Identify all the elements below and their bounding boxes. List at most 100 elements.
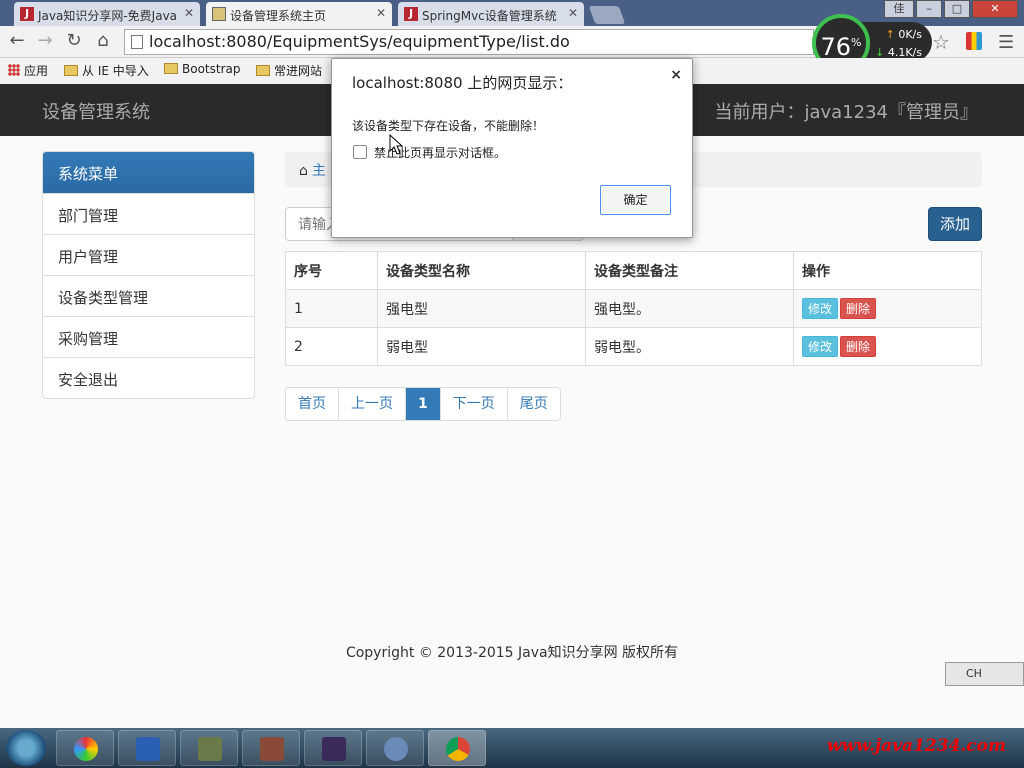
- browser-tab-equipment-home[interactable]: 设备管理系统主页 ✕: [206, 2, 392, 26]
- sidebar-item-department[interactable]: 部门管理: [43, 193, 254, 234]
- sidebar: 系统菜单 部门管理 用户管理 设备类型管理 采购管理 安全退出: [42, 151, 255, 399]
- cell-name: 弱电型: [377, 327, 586, 366]
- equipment-type-table: 序号 设备类型名称 设备类型备注 操作 1 强电型 强电型。 修改 删除 2 弱电…: [285, 251, 982, 366]
- back-icon[interactable]: ←: [6, 30, 28, 52]
- pinwheel-icon: [74, 737, 98, 761]
- sidebar-item-logout[interactable]: 安全退出: [43, 357, 254, 398]
- cell-remark: 弱电型。: [585, 327, 794, 366]
- table-header-row: 序号 设备类型名称 设备类型备注 操作: [285, 251, 982, 290]
- close-tab-icon[interactable]: ✕: [568, 6, 578, 20]
- home-icon[interactable]: ⌂: [92, 30, 114, 52]
- folder-icon: [64, 65, 78, 76]
- windows-start-icon[interactable]: [6, 730, 46, 766]
- ime-label: CH: [966, 667, 982, 680]
- folder-icon: [256, 65, 270, 76]
- tool-icon: [260, 737, 284, 761]
- dialog-message: 该设备类型下存在设备，不能删除！: [352, 119, 545, 133]
- ime-language-bar[interactable]: CH: [945, 662, 1024, 686]
- footer-copyright: Copyright © 2013-2015 Java知识分享网 版权所有: [345, 645, 679, 661]
- taskbar-app-chrome[interactable]: [428, 730, 486, 766]
- new-tab-button[interactable]: [588, 6, 626, 24]
- table-row: 2 弱电型 弱电型。 修改 删除: [285, 327, 982, 366]
- address-bar[interactable]: localhost:8080/EquipmentSys/equipmentTyp…: [124, 29, 814, 55]
- sidebar-item-users[interactable]: 用户管理: [43, 234, 254, 275]
- breadcrumb-home-link[interactable]: 主: [312, 163, 326, 179]
- browser-tab-java1234[interactable]: J Java知识分享网-免费Java ✕: [14, 2, 200, 26]
- table-row: 1 强电型 强电型。 修改 删除: [285, 289, 982, 328]
- page-icon: [131, 35, 143, 49]
- page-last[interactable]: 尾页: [506, 388, 560, 420]
- pagination: 首页 上一页 1 下一页 尾页: [285, 387, 561, 421]
- taskbar-app-javaee-ide[interactable]: [304, 730, 362, 766]
- folder-icon: [164, 63, 178, 74]
- page-prev[interactable]: 上一页: [338, 388, 405, 420]
- chrome-icon: [446, 737, 470, 761]
- cell-id: 1: [285, 289, 378, 328]
- suppress-dialogs-checkbox[interactable]: [353, 145, 367, 159]
- word-icon: [136, 737, 160, 761]
- taskbar-app-mysql[interactable]: [366, 730, 424, 766]
- upload-arrow-icon: ↑: [885, 28, 895, 41]
- rate-unit: K/s: [905, 28, 922, 41]
- column-header-remark: 设备类型备注: [585, 251, 794, 290]
- speed-rates: ↑ 0K/s ↓ 4.1K/s: [860, 22, 932, 62]
- sidebar-title: 系统菜单: [43, 152, 254, 193]
- close-window-button[interactable]: ✕: [972, 0, 1018, 18]
- gauge-unit: %: [851, 36, 862, 49]
- watermark-text: www.java1234.com: [826, 736, 1006, 756]
- page-next[interactable]: 下一页: [439, 388, 507, 420]
- apps-grid-icon: [8, 64, 20, 76]
- cell-name: 强电型: [377, 289, 586, 328]
- taskbar-app-pinwheel[interactable]: [56, 730, 114, 766]
- delete-button[interactable]: 删除: [840, 336, 877, 357]
- close-tab-icon[interactable]: ✕: [184, 6, 194, 20]
- close-tab-icon[interactable]: ✕: [376, 6, 386, 20]
- page-current[interactable]: 1: [405, 388, 440, 420]
- reload-icon[interactable]: ↻: [63, 30, 85, 52]
- bookmark-apps[interactable]: 应用: [8, 62, 48, 79]
- column-header-actions: 操作: [793, 251, 982, 290]
- sidebar-item-purchase[interactable]: 采购管理: [43, 316, 254, 357]
- page-favicon-icon: [212, 7, 226, 21]
- browser-tab-springmvc[interactable]: J SpringMvc设备管理系统 ✕: [398, 2, 584, 26]
- dolphin-icon: [384, 737, 408, 761]
- bookmark-label: Bootstrap: [182, 62, 241, 76]
- alert-dialog: localhost:8080 上的网页显示： × 该设备类型下存在设备，不能删除…: [331, 58, 693, 238]
- sidebar-item-equipment-type[interactable]: 设备类型管理: [43, 275, 254, 316]
- delete-button[interactable]: 删除: [840, 298, 877, 319]
- page-first[interactable]: 首页: [286, 388, 338, 420]
- ok-button[interactable]: 确定: [600, 185, 671, 215]
- cell-id: 2: [285, 327, 378, 366]
- javaee-ide-icon: [322, 737, 346, 761]
- current-user-label: 当前用户：java1234『管理员』: [714, 102, 978, 123]
- tab-title: SpringMvc设备管理系统: [422, 9, 557, 23]
- add-button[interactable]: 添加: [928, 207, 982, 241]
- url-text: localhost:8080/EquipmentSys/equipmentTyp…: [149, 32, 570, 51]
- close-icon[interactable]: ×: [670, 67, 682, 83]
- chrome-menu-icon[interactable]: ☰: [998, 32, 1014, 53]
- tab-title: Java知识分享网-免费Java: [38, 9, 178, 23]
- extension-icon[interactable]: [966, 32, 982, 50]
- taskbar-app-terminal[interactable]: [180, 730, 238, 766]
- taskbar-app-word[interactable]: [118, 730, 176, 766]
- maximize-button[interactable]: □: [944, 0, 970, 18]
- terminal-icon: [198, 737, 222, 761]
- forward-icon[interactable]: →: [34, 30, 56, 52]
- edit-button[interactable]: 修改: [802, 298, 839, 319]
- tab-title: 设备管理系统主页: [230, 9, 327, 23]
- mouse-cursor-icon: [389, 134, 403, 155]
- edit-button[interactable]: 修改: [802, 336, 839, 357]
- windows-taskbar: www.java1234.com: [0, 728, 1024, 768]
- bookmark-common-sites[interactable]: 常进网站: [256, 62, 322, 79]
- home-icon: ⌂: [299, 163, 308, 179]
- taskbar-app-tool[interactable]: [242, 730, 300, 766]
- column-header-name: 设备类型名称: [377, 251, 586, 290]
- bookmark-bootstrap[interactable]: Bootstrap: [164, 62, 240, 76]
- bookmark-star-icon[interactable]: ☆: [932, 30, 950, 54]
- bookmark-ie-import[interactable]: 从 IE 中导入: [64, 62, 149, 79]
- bookmark-label: 常进网站: [274, 64, 323, 78]
- cell-remark: 强电型。: [585, 289, 794, 328]
- gauge-percent: 76: [820, 33, 852, 61]
- app-brand[interactable]: 设备管理系统: [42, 98, 150, 124]
- java-favicon-icon: J: [404, 7, 418, 21]
